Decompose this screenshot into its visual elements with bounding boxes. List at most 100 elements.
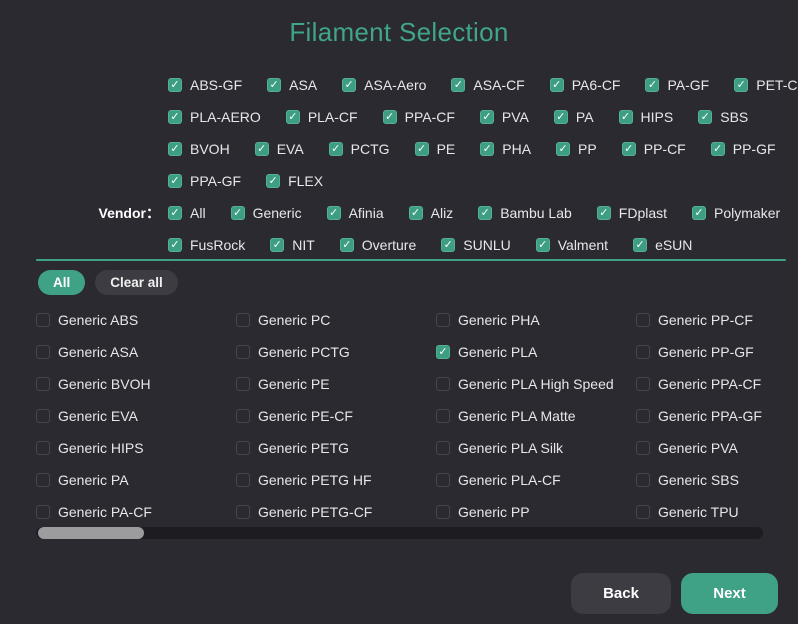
- checkbox-checked-icon: ✓: [451, 78, 466, 92]
- profile-checkbox[interactable]: Generic PP-CF: [636, 304, 791, 336]
- checkbox-unchecked-icon: [36, 505, 50, 519]
- checkbox-unchecked-icon: [236, 441, 250, 455]
- profile-checkbox[interactable]: Generic PC: [236, 304, 436, 336]
- filament-checkbox[interactable]: ✓ ASA: [267, 77, 317, 93]
- vendor-checkbox-label: NIT: [292, 237, 315, 253]
- next-button[interactable]: Next: [681, 573, 778, 614]
- profile-checkbox[interactable]: Generic ABS: [36, 304, 236, 336]
- filament-checkbox[interactable]: ✓ ASA-CF: [451, 77, 525, 93]
- vendor-checkbox-label: Bambu Lab: [500, 205, 572, 221]
- profile-checkbox-label: Generic PLA-CF: [458, 472, 561, 488]
- filament-checkbox[interactable]: ✓ PET-CF: [734, 77, 798, 93]
- checkbox-checked-icon: ✓: [230, 206, 245, 220]
- checkbox-checked-icon: ✓: [710, 142, 725, 156]
- profile-checkbox[interactable]: Generic TPU: [636, 496, 791, 528]
- profile-checkbox[interactable]: Generic PCTG: [236, 336, 436, 368]
- filament-checkbox-label: ASA: [289, 77, 318, 93]
- profile-checkbox[interactable]: Generic PETG-CF: [236, 496, 436, 528]
- checkbox-unchecked-icon: [636, 441, 650, 455]
- profile-checkbox[interactable]: Generic PHA: [436, 304, 636, 336]
- vendor-checkbox[interactable]: ✓ SUNLU: [441, 237, 511, 253]
- filament-checkbox[interactable]: ✓ EVA: [254, 141, 304, 157]
- filament-checkbox[interactable]: ✓ ASA-Aero: [342, 77, 426, 93]
- filament-checkbox-label: PVA: [501, 109, 529, 125]
- checkbox-checked-icon: ✓: [408, 206, 423, 220]
- checkbox-checked-icon: ✓: [328, 142, 343, 156]
- profile-checkbox[interactable]: Generic PETG HF: [236, 464, 436, 496]
- filament-checkbox[interactable]: ✓ HIPS: [618, 109, 673, 125]
- profile-checkbox[interactable]: Generic EVA: [36, 400, 236, 432]
- profile-checkbox-label: Generic PE: [258, 376, 330, 392]
- checkbox-checked-icon: ✓: [267, 78, 282, 92]
- filament-checkbox[interactable]: ✓ PHA: [480, 141, 531, 157]
- checkbox-checked-icon: ✓: [266, 174, 281, 188]
- profile-checkbox-label: Generic PLA Silk: [458, 440, 564, 456]
- vendor-checkbox[interactable]: ✓ Bambu Lab: [478, 205, 572, 221]
- vendor-checkbox[interactable]: ✓ FDplast: [596, 205, 667, 221]
- profile-checkbox[interactable]: Generic PP: [436, 496, 636, 528]
- filament-checkbox[interactable]: ✓ PP-GF: [710, 141, 776, 157]
- vendor-checkbox[interactable]: ✓ Overture: [339, 237, 416, 253]
- back-button[interactable]: Back: [571, 573, 671, 614]
- profile-checkbox[interactable]: Generic PLA High Speed: [436, 368, 636, 400]
- profile-checkbox[interactable]: Generic ASA: [36, 336, 236, 368]
- filament-checkbox[interactable]: ✓ SBS: [698, 109, 748, 125]
- filament-checkbox-label: ASA-Aero: [364, 77, 427, 93]
- profile-checkbox[interactable]: Generic PLA-CF: [436, 464, 636, 496]
- profile-checkbox[interactable]: Generic PP-GF: [636, 336, 791, 368]
- vendor-checkbox[interactable]: ✓ Afinia: [326, 205, 384, 221]
- filament-checkbox[interactable]: ✓ PPA-CF: [382, 109, 455, 125]
- filament-row: ✓ ABS-GF ✓ ASA ✓ ASA-Aero ✓ ASA-CF ✓ PA6-CF ✓ PA-GF…: [168, 69, 798, 101]
- filament-checkbox-label: PP: [578, 141, 597, 157]
- profile-checkbox[interactable]: Generic SBS: [636, 464, 791, 496]
- profile-checkbox-label: Generic PLA Matte: [458, 408, 576, 424]
- profile-checkbox[interactable]: ✓ Generic PLA: [436, 336, 636, 368]
- horizontal-scrollbar-thumb[interactable]: [38, 527, 144, 539]
- filament-checkbox[interactable]: ✓ PP: [556, 141, 597, 157]
- horizontal-scrollbar-track[interactable]: [36, 527, 763, 539]
- clear-all-button[interactable]: Clear all: [95, 270, 178, 295]
- profile-checkbox[interactable]: Generic PE: [236, 368, 436, 400]
- vendor-checkbox[interactable]: ✓ NIT: [270, 237, 315, 253]
- profile-checkbox[interactable]: Generic PETG: [236, 432, 436, 464]
- profile-checkbox[interactable]: Generic PVA: [636, 432, 791, 464]
- profile-checkbox[interactable]: Generic PLA Silk: [436, 432, 636, 464]
- filament-checkbox[interactable]: ✓ PCTG: [328, 141, 390, 157]
- filament-checkbox[interactable]: ✓ PP-CF: [621, 141, 686, 157]
- select-all-button[interactable]: All: [38, 270, 86, 295]
- filament-checkbox[interactable]: ✓ ABS-GF: [168, 77, 242, 93]
- filament-checkbox[interactable]: ✓ PLA-AERO: [168, 109, 261, 125]
- profile-checkbox[interactable]: Generic HIPS: [36, 432, 236, 464]
- checkbox-unchecked-icon: [36, 473, 50, 487]
- filter-bar: All Clear all: [38, 270, 178, 295]
- filament-checkbox-label: PCTG: [350, 141, 390, 157]
- profile-checkbox[interactable]: Generic PPA-GF: [636, 400, 791, 432]
- filament-checkbox[interactable]: ✓ FLEX: [266, 173, 323, 189]
- filament-checkbox[interactable]: ✓ PA6-CF: [549, 77, 620, 93]
- filament-checkbox-label: PLA-AERO: [190, 109, 261, 125]
- filament-checkbox[interactable]: ✓ PA: [553, 109, 594, 125]
- vendor-checkbox[interactable]: ✓ Aliz: [408, 205, 453, 221]
- filament-checkbox[interactable]: ✓ PA-GF: [645, 77, 709, 93]
- profile-checkbox[interactable]: Generic BVOH: [36, 368, 236, 400]
- filament-checkbox[interactable]: ✓ BVOH: [168, 141, 230, 157]
- filament-checkbox[interactable]: ✓ PPA-GF: [168, 173, 241, 189]
- vendor-checkbox[interactable]: ✓ FusRock: [168, 237, 245, 253]
- vendor-checkbox[interactable]: ✓ Generic: [230, 205, 302, 221]
- checkbox-unchecked-icon: [636, 505, 650, 519]
- vendor-checkbox[interactable]: ✓ All: [168, 205, 206, 221]
- profile-checkbox[interactable]: Generic PPA-CF: [636, 368, 791, 400]
- profile-checkbox[interactable]: Generic PE-CF: [236, 400, 436, 432]
- filament-checkbox[interactable]: ✓ PE: [414, 141, 455, 157]
- profile-checkbox[interactable]: Generic PLA Matte: [436, 400, 636, 432]
- vendor-checkbox[interactable]: ✓ Polymaker: [692, 205, 780, 221]
- filament-checkbox[interactable]: ✓ PVA: [479, 109, 529, 125]
- filament-checkbox[interactable]: ✓ PLA-CF: [285, 109, 358, 125]
- profile-checkbox[interactable]: Generic PA-CF: [36, 496, 236, 528]
- checkbox-unchecked-icon: [36, 409, 50, 423]
- vendor-checkbox[interactable]: ✓ Valment: [535, 237, 608, 253]
- filament-checkbox-label: PHA: [502, 141, 532, 157]
- vendor-checkbox[interactable]: ✓ eSUN: [633, 237, 692, 253]
- checkbox-checked-icon: ✓: [270, 238, 285, 252]
- profile-checkbox[interactable]: Generic PA: [36, 464, 236, 496]
